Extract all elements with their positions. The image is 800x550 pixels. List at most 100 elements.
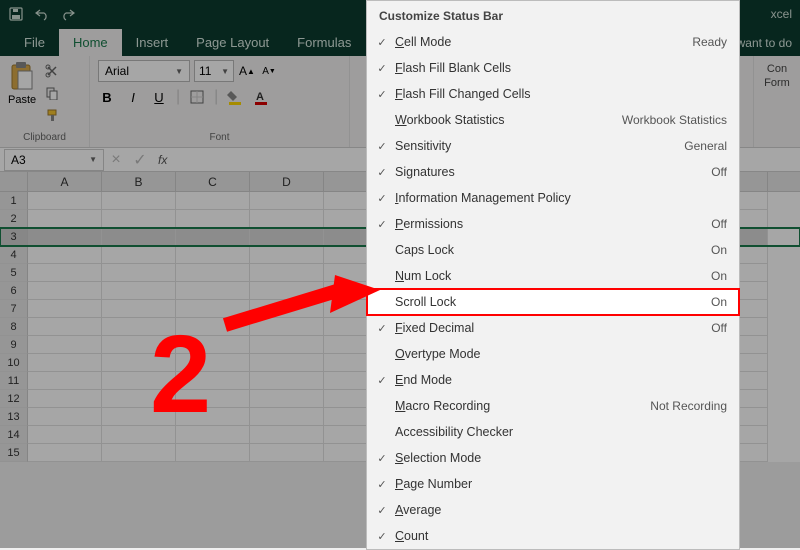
format-fragment[interactable]: Form bbox=[756, 76, 798, 90]
row-header[interactable]: 2 bbox=[0, 210, 28, 228]
increase-font-icon[interactable]: A▲ bbox=[238, 62, 256, 80]
underline-button[interactable]: U bbox=[150, 88, 168, 106]
bold-button[interactable]: B bbox=[98, 88, 116, 106]
menu-item[interactable]: ✓PermissionsOff bbox=[367, 211, 739, 237]
menu-item[interactable]: ✓Flash Fill Blank Cells bbox=[367, 55, 739, 81]
row-header[interactable]: 13 bbox=[0, 408, 28, 426]
cell[interactable] bbox=[250, 444, 324, 462]
cell[interactable] bbox=[250, 372, 324, 390]
cell[interactable] bbox=[176, 228, 250, 246]
column-header[interactable]: B bbox=[102, 172, 176, 191]
cell[interactable] bbox=[28, 372, 102, 390]
cell[interactable] bbox=[102, 210, 176, 228]
tab-insert[interactable]: Insert bbox=[122, 29, 183, 56]
cell[interactable] bbox=[28, 318, 102, 336]
menu-item[interactable]: ✓Fixed DecimalOff bbox=[367, 315, 739, 341]
tab-formulas[interactable]: Formulas bbox=[283, 29, 365, 56]
cut-icon[interactable] bbox=[42, 62, 62, 80]
cancel-formula-icon[interactable]: × bbox=[104, 151, 128, 169]
menu-item[interactable]: ✓Page Number bbox=[367, 471, 739, 497]
font-color-icon[interactable]: A bbox=[252, 88, 270, 106]
cell[interactable] bbox=[250, 426, 324, 444]
cell[interactable] bbox=[250, 192, 324, 210]
cell[interactable] bbox=[28, 300, 102, 318]
menu-item[interactable]: Caps LockOn bbox=[367, 237, 739, 263]
fx-icon[interactable]: fx bbox=[158, 153, 167, 167]
menu-item[interactable]: ✓Count bbox=[367, 523, 739, 549]
cell[interactable] bbox=[250, 408, 324, 426]
cell[interactable] bbox=[28, 390, 102, 408]
fill-color-icon[interactable] bbox=[226, 88, 244, 106]
row-header[interactable]: 8 bbox=[0, 318, 28, 336]
menu-item[interactable]: ✓Flash Fill Changed Cells bbox=[367, 81, 739, 107]
menu-item[interactable]: ✓End Mode bbox=[367, 367, 739, 393]
cell[interactable] bbox=[28, 282, 102, 300]
menu-item[interactable]: ✓SensitivityGeneral bbox=[367, 133, 739, 159]
cell[interactable] bbox=[28, 228, 102, 246]
conditional-format-fragment[interactable]: Con bbox=[756, 62, 798, 76]
menu-item[interactable]: ✓Average bbox=[367, 497, 739, 523]
paste-icon[interactable] bbox=[8, 60, 36, 92]
column-header[interactable]: A bbox=[28, 172, 102, 191]
cell[interactable] bbox=[176, 444, 250, 462]
cell[interactable] bbox=[28, 264, 102, 282]
menu-item[interactable]: Workbook StatisticsWorkbook Statistics bbox=[367, 107, 739, 133]
paste-button[interactable]: Paste bbox=[8, 94, 36, 106]
cell[interactable] bbox=[28, 426, 102, 444]
column-header[interactable]: C bbox=[176, 172, 250, 191]
font-size-select[interactable]: 11 ▼ bbox=[194, 60, 234, 82]
row-header[interactable]: 7 bbox=[0, 300, 28, 318]
tab-home[interactable]: Home bbox=[59, 29, 122, 56]
cell[interactable] bbox=[28, 246, 102, 264]
cell[interactable] bbox=[102, 228, 176, 246]
borders-icon[interactable] bbox=[188, 88, 206, 106]
cell[interactable] bbox=[250, 246, 324, 264]
cell[interactable] bbox=[250, 354, 324, 372]
row-header[interactable]: 6 bbox=[0, 282, 28, 300]
menu-item[interactable]: ✓Cell ModeReady bbox=[367, 29, 739, 55]
menu-item[interactable]: Macro RecordingNot Recording bbox=[367, 393, 739, 419]
row-header[interactable]: 10 bbox=[0, 354, 28, 372]
cell[interactable] bbox=[28, 444, 102, 462]
row-header[interactable]: 11 bbox=[0, 372, 28, 390]
cell[interactable] bbox=[28, 408, 102, 426]
cell[interactable] bbox=[102, 264, 176, 282]
tab-file[interactable]: File bbox=[10, 29, 59, 56]
cell[interactable] bbox=[102, 192, 176, 210]
cell[interactable] bbox=[250, 210, 324, 228]
cell[interactable] bbox=[250, 336, 324, 354]
decrease-font-icon[interactable]: A▼ bbox=[260, 62, 278, 80]
cell[interactable] bbox=[28, 210, 102, 228]
format-painter-icon[interactable] bbox=[42, 106, 62, 124]
cell[interactable] bbox=[250, 390, 324, 408]
cell[interactable] bbox=[176, 210, 250, 228]
menu-item[interactable]: Num LockOn bbox=[367, 263, 739, 289]
menu-item[interactable]: ✓Selection Mode bbox=[367, 445, 739, 471]
cell[interactable] bbox=[176, 246, 250, 264]
row-header[interactable]: 15 bbox=[0, 444, 28, 462]
italic-button[interactable]: I bbox=[124, 88, 142, 106]
redo-icon[interactable] bbox=[60, 6, 76, 22]
row-header[interactable]: 3 bbox=[0, 228, 28, 246]
menu-item[interactable]: ✓SignaturesOff bbox=[367, 159, 739, 185]
cell[interactable] bbox=[102, 246, 176, 264]
cell[interactable] bbox=[176, 192, 250, 210]
tab-page-layout[interactable]: Page Layout bbox=[182, 29, 283, 56]
menu-item[interactable]: ✓Information Management Policy bbox=[367, 185, 739, 211]
cell[interactable] bbox=[102, 282, 176, 300]
cell[interactable] bbox=[250, 228, 324, 246]
row-header[interactable]: 4 bbox=[0, 246, 28, 264]
copy-icon[interactable] bbox=[42, 84, 62, 102]
menu-item[interactable]: Overtype Mode bbox=[367, 341, 739, 367]
menu-item[interactable]: Accessibility Checker bbox=[367, 419, 739, 445]
undo-icon[interactable] bbox=[34, 6, 50, 22]
save-icon[interactable] bbox=[8, 6, 24, 22]
enter-formula-icon[interactable]: ✓ bbox=[128, 150, 152, 170]
cell[interactable] bbox=[102, 444, 176, 462]
font-name-select[interactable]: Arial ▼ bbox=[98, 60, 190, 82]
select-all-corner[interactable] bbox=[0, 172, 28, 191]
row-header[interactable]: 12 bbox=[0, 390, 28, 408]
menu-item[interactable]: Scroll LockOn bbox=[367, 289, 739, 315]
cell[interactable] bbox=[28, 192, 102, 210]
row-header[interactable]: 9 bbox=[0, 336, 28, 354]
